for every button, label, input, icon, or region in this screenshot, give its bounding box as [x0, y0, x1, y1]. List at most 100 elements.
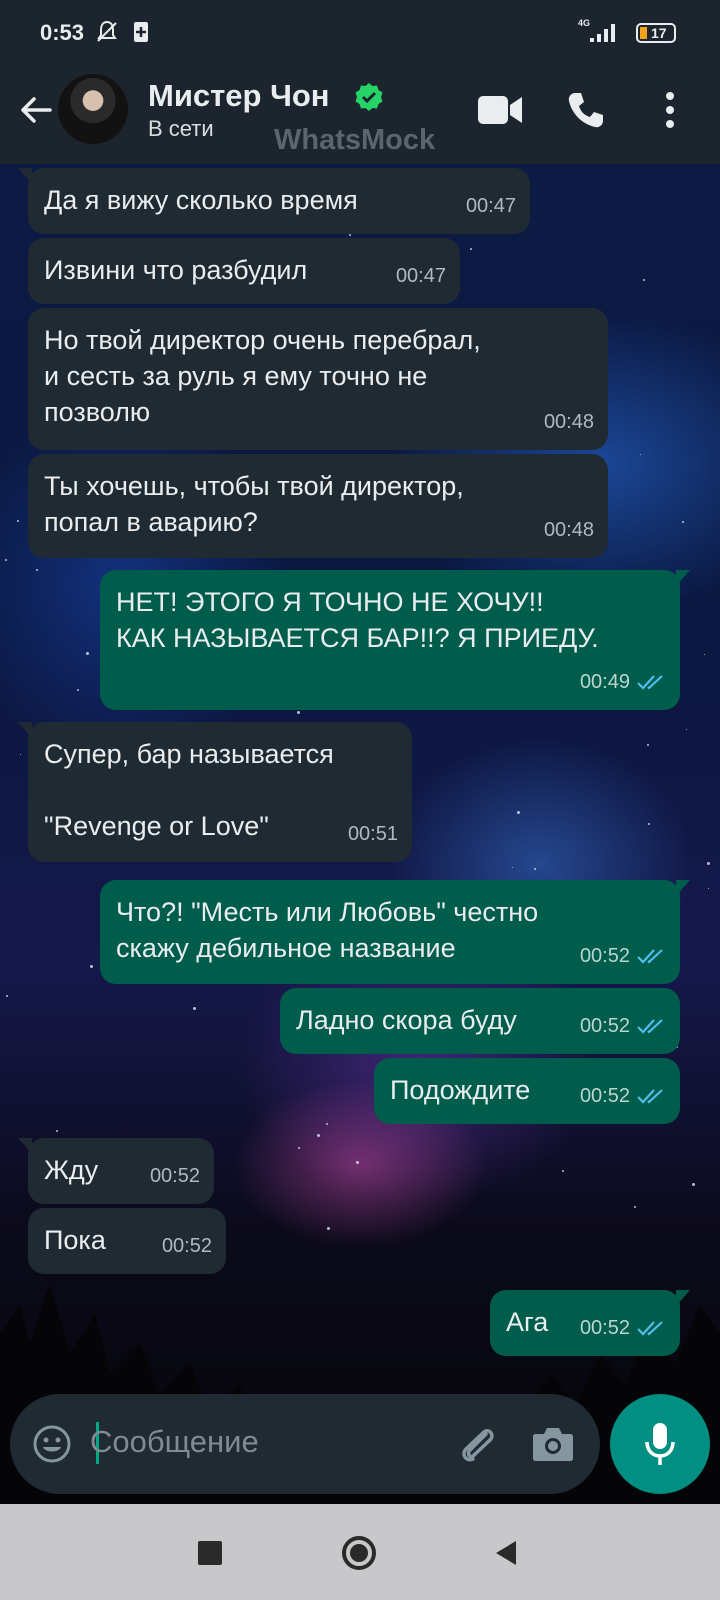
incoming-message[interactable]: Жду 00:52	[18, 1138, 214, 1204]
message-meta: 00:52	[580, 938, 666, 974]
message-meta: 00:52	[580, 1078, 666, 1114]
message-meta: 00:51	[348, 816, 398, 852]
star	[534, 868, 536, 870]
message-meta: 00:47	[466, 188, 516, 224]
verified-badge-icon	[355, 83, 383, 111]
star	[643, 279, 645, 281]
status-time: 0:53	[40, 20, 85, 45]
outgoing-message[interactable]: Ага 00:52	[490, 1290, 690, 1356]
video-call-icon[interactable]	[476, 92, 524, 128]
star	[682, 521, 684, 523]
bubble-tail	[676, 880, 690, 896]
bubble-tail	[676, 570, 690, 586]
message-meta: 00:48	[544, 404, 594, 440]
incoming-message[interactable]: Ты хочешь, чтобы твой директор, попал в …	[28, 454, 608, 558]
incoming-message[interactable]: Супер, бар называется "Revenge or Love" 0…	[18, 722, 412, 862]
system-nav-bar	[0, 1504, 720, 1600]
recents-square-icon[interactable]	[198, 1541, 222, 1565]
star	[77, 689, 79, 691]
camera-icon[interactable]	[532, 1424, 574, 1462]
star	[349, 234, 351, 236]
incoming-message[interactable]: Да я вижу сколько время 00:47	[18, 168, 530, 234]
outgoing-message[interactable]: Подождите 00:52	[374, 1058, 680, 1124]
star	[36, 569, 38, 571]
outgoing-message[interactable]: Что?! "Месть или Любовь" честно скажу де…	[100, 880, 690, 984]
battery-level: 17	[651, 25, 667, 41]
message-text: Подождите	[390, 1075, 531, 1105]
star	[470, 248, 472, 250]
message-text: Ага	[506, 1307, 549, 1337]
star	[17, 520, 19, 522]
message-text: НЕТ! ЭТОГО Я ТОЧНО НЕ ХОЧУ!! КАК НАЗЫВАЕ…	[116, 587, 599, 653]
star	[326, 1123, 328, 1125]
star	[634, 1206, 636, 1208]
incoming-message[interactable]: Пока 00:52	[28, 1208, 226, 1274]
attach-icon[interactable]	[456, 1422, 500, 1466]
star	[297, 711, 300, 714]
bubble-tail	[676, 1290, 690, 1306]
message-time: 00:52	[149, 1165, 200, 1187]
message-time: 00:48	[543, 519, 594, 541]
read-receipt-icon	[637, 1321, 663, 1336]
message-meta: 00:52	[162, 1228, 212, 1264]
star	[704, 654, 705, 655]
star	[356, 1161, 359, 1164]
back-triangle-icon[interactable]	[494, 1540, 518, 1566]
outgoing-message[interactable]: НЕТ! ЭТОГО Я ТОЧНО НЕ ХОЧУ!! КАК НАЗЫВАЕ…	[100, 570, 690, 710]
star	[86, 652, 89, 655]
outgoing-message[interactable]: Ладно скора буду 00:52	[280, 988, 680, 1054]
message-composer[interactable]: Сообщение	[10, 1394, 600, 1494]
bubble-tail	[18, 1138, 32, 1154]
message-time: 00:48	[543, 411, 594, 433]
message-time: 00:47	[465, 195, 516, 217]
message-time: 00:52	[161, 1235, 212, 1257]
star	[707, 862, 710, 865]
star	[56, 1130, 58, 1132]
signal-icon	[590, 24, 615, 42]
message-text: Жду	[44, 1155, 99, 1185]
mute-bell-icon	[97, 20, 117, 42]
emoji-icon[interactable]	[32, 1424, 72, 1464]
more-icon[interactable]	[664, 90, 676, 130]
star	[317, 1134, 320, 1137]
star	[648, 823, 650, 825]
message-time: 00:51	[347, 823, 398, 845]
message-text: Супер, бар называется "Revenge or Love"	[44, 739, 334, 841]
star	[640, 454, 641, 455]
message-meta: 00:49	[580, 664, 666, 700]
message-time: 00:47	[395, 265, 446, 287]
message-text: Ты хочешь, чтобы твой директор, попал в …	[44, 471, 464, 537]
star	[298, 1147, 300, 1149]
back-arrow-icon[interactable]	[16, 90, 56, 130]
message-text: Ладно скора буду	[296, 1005, 517, 1035]
message-text: Что?! "Месть или Любовь" честно скажу де…	[116, 897, 539, 963]
sim-icon	[134, 22, 148, 42]
star	[686, 729, 687, 730]
star	[692, 1183, 695, 1186]
message-meta: 00:47	[396, 258, 446, 294]
message-time: 00:49	[579, 671, 630, 693]
contact-name[interactable]: Мистер Чон	[148, 78, 330, 114]
message-meta: 00:52	[580, 1008, 666, 1044]
message-time: 00:52	[579, 1015, 630, 1037]
message-input[interactable]: Сообщение	[90, 1424, 259, 1460]
star	[90, 965, 93, 968]
star	[708, 888, 709, 889]
message-time: 00:52	[579, 945, 630, 967]
status-bar: 0:53 4G 17	[0, 0, 720, 64]
star	[193, 1007, 196, 1010]
star	[647, 744, 649, 746]
chat-area[interactable]: Да я вижу сколько время 00:47 Извини что р…	[0, 164, 720, 1504]
phone-icon[interactable]	[566, 90, 606, 130]
message-time: 00:52	[579, 1085, 630, 1107]
incoming-message[interactable]: Извини что разбудил 00:47	[28, 238, 460, 304]
incoming-message[interactable]: Но твой директор очень перебрал, и сесть…	[28, 308, 608, 450]
bubble-tail	[18, 168, 32, 184]
mic-button[interactable]	[610, 1394, 710, 1494]
home-circle-icon[interactable]	[342, 1536, 376, 1570]
avatar[interactable]	[58, 74, 128, 144]
message-meta: 00:48	[544, 512, 594, 548]
star	[517, 811, 520, 814]
read-receipt-icon	[637, 675, 663, 690]
star	[327, 1227, 330, 1230]
